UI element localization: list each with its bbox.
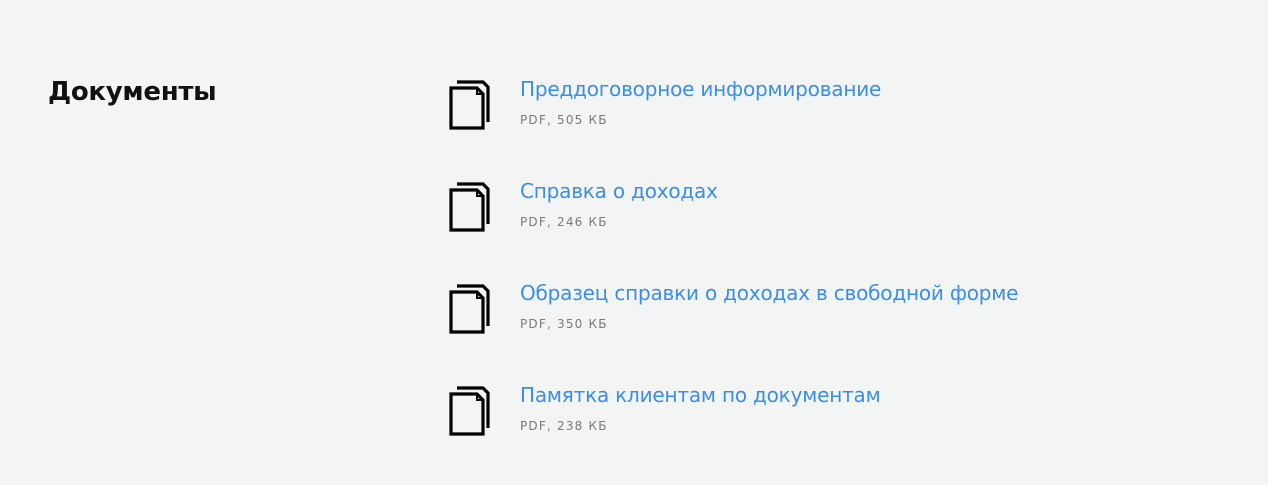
document-file-info: PDF, 350 КБ — [520, 317, 608, 331]
document-icon[interactable] — [448, 284, 490, 334]
document-file-info: PDF, 246 КБ — [520, 215, 608, 229]
document-icon[interactable] — [448, 182, 490, 232]
document-file-info: PDF, 238 КБ — [520, 419, 608, 433]
documents-section: Документы Преддоговорное информирование … — [0, 0, 1268, 485]
section-title: Документы — [48, 77, 217, 107]
document-file-info: PDF, 505 КБ — [520, 113, 608, 127]
document-icon[interactable] — [448, 386, 490, 436]
document-icon[interactable] — [448, 80, 490, 130]
document-link[interactable]: Справка о доходах — [520, 179, 718, 203]
document-link[interactable]: Памятка клиентам по документам — [520, 383, 881, 407]
document-link[interactable]: Преддоговорное информирование — [520, 77, 881, 101]
document-link[interactable]: Образец справки о доходах в свободной фо… — [520, 281, 1018, 305]
